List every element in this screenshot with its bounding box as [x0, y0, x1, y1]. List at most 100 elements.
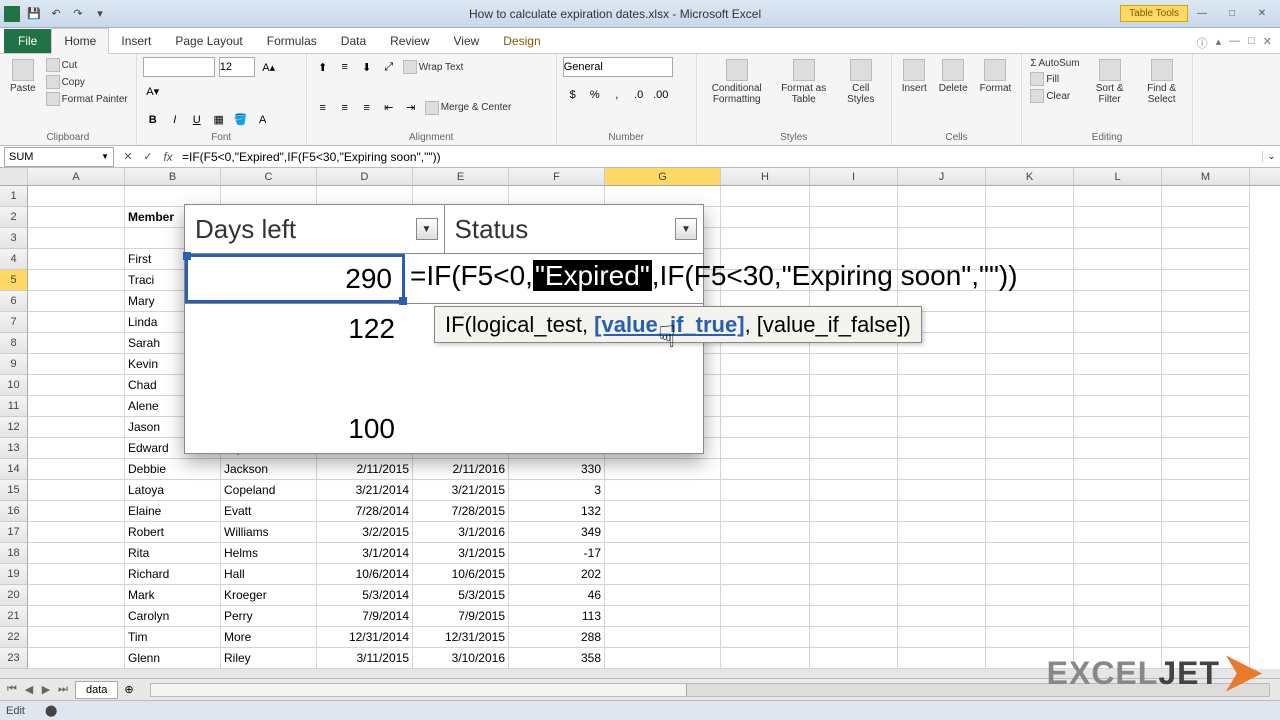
cell[interactable] — [28, 417, 125, 438]
cell[interactable] — [810, 417, 898, 438]
cell[interactable]: Williams — [221, 522, 317, 543]
fill-button[interactable]: Fill — [1028, 71, 1081, 87]
cell[interactable] — [898, 606, 986, 627]
cell[interactable] — [721, 228, 810, 249]
cell[interactable] — [898, 543, 986, 564]
redo-icon[interactable]: ↷ — [68, 4, 88, 24]
cell[interactable]: Kroeger — [221, 585, 317, 606]
cell[interactable] — [28, 459, 125, 480]
cell[interactable] — [898, 564, 986, 585]
cell[interactable] — [721, 501, 810, 522]
conditional-formatting-button[interactable]: Conditional Formatting — [703, 57, 771, 107]
cell[interactable] — [1074, 249, 1162, 270]
cell[interactable] — [28, 522, 125, 543]
cell[interactable] — [810, 480, 898, 501]
sort-filter-button[interactable]: Sort & Filter — [1086, 57, 1134, 107]
format-painter-button[interactable]: Format Painter — [44, 91, 130, 107]
row-header[interactable]: 14 — [0, 459, 28, 480]
cell[interactable] — [605, 480, 721, 501]
copy-button[interactable]: Copy — [44, 74, 130, 90]
cell[interactable] — [28, 228, 125, 249]
cell[interactable] — [1074, 543, 1162, 564]
paste-button[interactable]: Paste — [6, 57, 40, 96]
row-header[interactable]: 15 — [0, 480, 28, 501]
cell[interactable]: Evatt — [221, 501, 317, 522]
cell[interactable]: 288 — [509, 627, 605, 648]
save-icon[interactable]: 💾 — [24, 4, 44, 24]
cell[interactable] — [1162, 396, 1250, 417]
cell[interactable] — [986, 207, 1074, 228]
cell[interactable] — [898, 627, 986, 648]
align-middle-icon[interactable]: ≡ — [335, 57, 355, 77]
cell[interactable] — [810, 396, 898, 417]
cell[interactable]: 3/11/2015 — [317, 648, 413, 669]
align-left-icon[interactable]: ≡ — [313, 98, 333, 118]
cell[interactable] — [1162, 501, 1250, 522]
cell[interactable]: 3/21/2015 — [413, 480, 509, 501]
cell[interactable] — [898, 459, 986, 480]
cell[interactable] — [28, 249, 125, 270]
cell[interactable]: 7/28/2014 — [317, 501, 413, 522]
cell[interactable] — [1074, 354, 1162, 375]
autosum-button[interactable]: ΣAutoSum — [1028, 57, 1081, 70]
cell[interactable] — [28, 543, 125, 564]
cell[interactable] — [1074, 459, 1162, 480]
cell[interactable] — [810, 522, 898, 543]
col-header[interactable]: F — [509, 168, 605, 185]
cell[interactable] — [721, 480, 810, 501]
maximize-icon[interactable]: □ — [1218, 5, 1246, 23]
cell-styles-button[interactable]: Cell Styles — [837, 57, 885, 107]
cell[interactable] — [1162, 354, 1250, 375]
cell[interactable]: 132 — [509, 501, 605, 522]
col-header[interactable]: H — [721, 168, 810, 185]
cell[interactable] — [1074, 501, 1162, 522]
row-header[interactable]: 19 — [0, 564, 28, 585]
cell[interactable] — [28, 585, 125, 606]
cell[interactable]: Tim — [125, 627, 221, 648]
cell[interactable] — [986, 501, 1074, 522]
cell[interactable] — [1074, 627, 1162, 648]
sheet-nav-first-icon[interactable]: ⏮ — [4, 683, 20, 696]
doc-close-icon[interactable]: ✕ — [1261, 33, 1274, 53]
row-header[interactable]: 12 — [0, 417, 28, 438]
tab-formulas[interactable]: Formulas — [255, 29, 329, 53]
find-select-button[interactable]: Find & Select — [1138, 57, 1186, 107]
align-bottom-icon[interactable]: ⬇ — [357, 57, 377, 77]
cell[interactable] — [1162, 459, 1250, 480]
cell[interactable] — [898, 480, 986, 501]
cell[interactable]: Debbie — [125, 459, 221, 480]
cell[interactable]: Robert — [125, 522, 221, 543]
tab-page-layout[interactable]: Page Layout — [163, 29, 254, 53]
cell[interactable] — [1162, 585, 1250, 606]
increase-font-icon[interactable]: A▴ — [259, 57, 279, 77]
cell[interactable] — [1074, 585, 1162, 606]
delete-cells-button[interactable]: Delete — [935, 57, 972, 96]
cell[interactable] — [810, 564, 898, 585]
cell[interactable]: 3/1/2016 — [413, 522, 509, 543]
row-header[interactable]: 6 — [0, 291, 28, 312]
fill-color-icon[interactable]: 🪣 — [231, 110, 251, 130]
cell[interactable]: 7/9/2015 — [413, 606, 509, 627]
cell[interactable] — [810, 585, 898, 606]
cell[interactable] — [898, 396, 986, 417]
row-header[interactable]: 23 — [0, 648, 28, 669]
cell[interactable] — [28, 648, 125, 669]
wrap-text-button[interactable]: Wrap Text — [401, 57, 466, 77]
cell[interactable]: 46 — [509, 585, 605, 606]
cell[interactable] — [28, 291, 125, 312]
col-header[interactable]: D — [317, 168, 413, 185]
cell[interactable] — [28, 627, 125, 648]
cell[interactable] — [1074, 396, 1162, 417]
cell[interactable] — [986, 606, 1074, 627]
row-header[interactable]: 18 — [0, 543, 28, 564]
insert-cells-button[interactable]: Insert — [898, 57, 931, 96]
cell[interactable] — [986, 375, 1074, 396]
filter-dropdown-icon[interactable]: ▼ — [416, 218, 438, 240]
cell[interactable]: 12/31/2015 — [413, 627, 509, 648]
cell[interactable] — [986, 480, 1074, 501]
ribbon-minimize-icon[interactable]: ▴ — [1214, 33, 1224, 53]
cell[interactable] — [986, 627, 1074, 648]
cell[interactable] — [605, 627, 721, 648]
cell[interactable] — [1162, 312, 1250, 333]
cell[interactable] — [810, 627, 898, 648]
